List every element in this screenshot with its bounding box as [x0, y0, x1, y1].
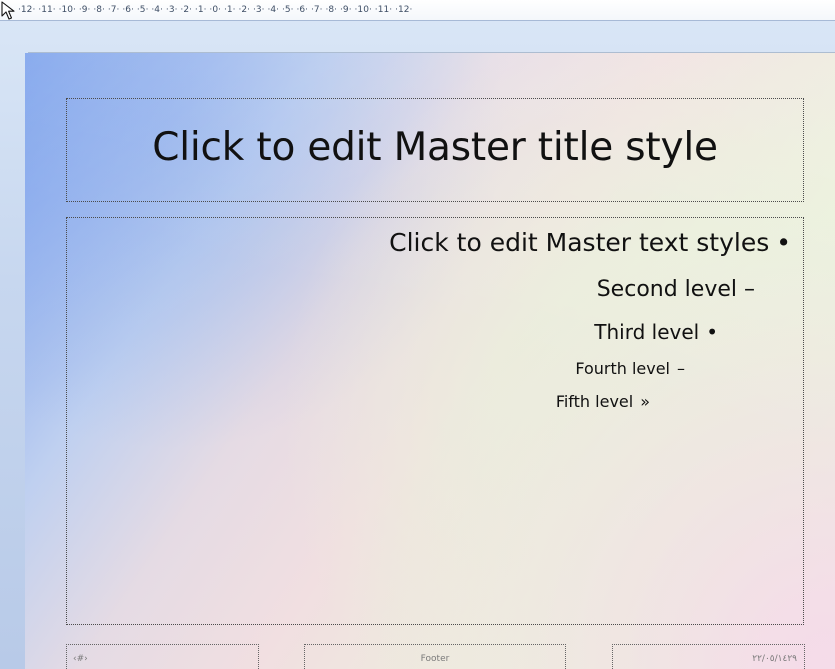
text-level-5: Fifth level »: [556, 392, 650, 412]
text-level-4-marker: –: [677, 359, 685, 378]
body-text-placeholder[interactable]: Click to edit Master text styles • Secon…: [66, 217, 804, 625]
text-level-2: Second level –: [597, 276, 755, 304]
text-level-3-marker: •: [706, 320, 718, 344]
date-placeholder[interactable]: ٢٢/٠٥/١٤٢٩: [612, 644, 805, 669]
mouse-pointer-icon: [1, 1, 15, 20]
slide-number-placeholder[interactable]: ‹#›: [66, 644, 259, 669]
title-placeholder[interactable]: Click to edit Master title style: [66, 98, 804, 202]
text-level-2-marker: –: [744, 277, 755, 302]
slide-master-canvas[interactable]: Click to edit Master title style Click t…: [25, 53, 835, 669]
master-title-text: Click to edit Master title style: [152, 125, 718, 170]
text-level-3-label: Third level: [594, 320, 700, 344]
text-level-1-label: Click to edit Master text styles: [389, 228, 770, 257]
slide-master-workspace: Click to edit Master title style Click t…: [0, 21, 835, 669]
text-level-5-marker: »: [640, 392, 650, 411]
text-level-1-marker: •: [776, 228, 791, 257]
text-level-4: Fourth level –: [575, 359, 685, 379]
horizontal-ruler: ·12· ·11· ·10· ·9· ·8· ·7· ·6· ·5· ·4· ·…: [0, 0, 835, 21]
ruler-scale-text: ·12· ·11· ·10· ·9· ·8· ·7· ·6· ·5· ·4· ·…: [18, 5, 413, 15]
text-level-3: Third level •: [594, 320, 718, 344]
text-level-4-label: Fourth level: [575, 359, 670, 378]
footer-placeholder[interactable]: Footer: [304, 644, 566, 669]
text-level-5-label: Fifth level: [555, 392, 634, 411]
text-level-1: Click to edit Master text styles •: [389, 228, 791, 258]
text-level-2-label: Second level: [596, 277, 737, 302]
